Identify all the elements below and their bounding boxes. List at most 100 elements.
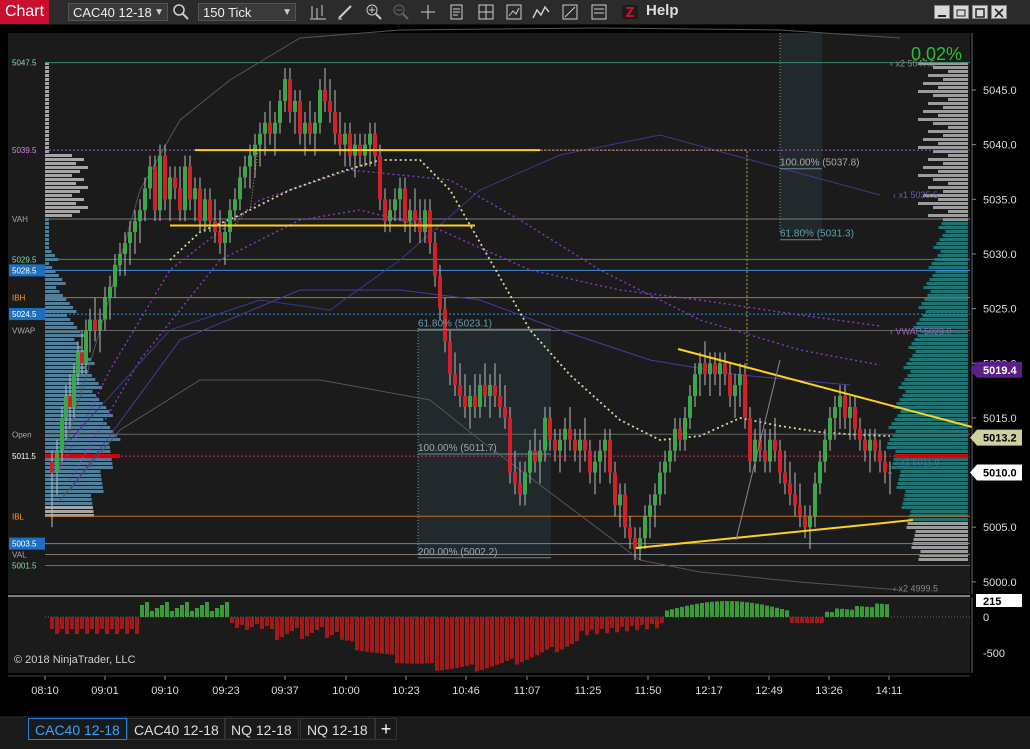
- time-axis-label: 09:01: [91, 685, 119, 697]
- indicators-icon[interactable]: [531, 3, 551, 21]
- volume-profile-bar: [45, 94, 49, 97]
- candle-down: [438, 275, 442, 309]
- volume-bar: [400, 617, 404, 664]
- strategies-icon[interactable]: [560, 3, 580, 21]
- candle-down: [323, 90, 327, 101]
- restore-button[interactable]: [953, 5, 969, 19]
- properties-icon[interactable]: [447, 3, 467, 21]
- candle-up: [658, 472, 662, 495]
- app-title[interactable]: Chart: [0, 0, 49, 24]
- maximize-button[interactable]: [972, 5, 988, 19]
- candle-down: [373, 133, 377, 156]
- candle-up: [693, 374, 697, 397]
- volume-bar: [420, 617, 424, 664]
- volume-bar: [165, 602, 169, 617]
- instrument-selector[interactable]: CAC40 12-18 ▼: [68, 3, 168, 21]
- volume-bar: [95, 617, 99, 634]
- volume-profile-bar: [45, 250, 52, 253]
- tab-nq-2[interactable]: NQ 12-18: [300, 718, 375, 740]
- candle-up: [273, 122, 277, 134]
- minimize-button[interactable]: [934, 5, 950, 19]
- volume-profile-bar: [45, 162, 76, 165]
- candle-up: [593, 461, 597, 473]
- candle-down: [788, 483, 792, 495]
- volume-bar: [880, 603, 884, 617]
- help-menu[interactable]: Help: [646, 2, 679, 19]
- volume-bar: [765, 605, 769, 617]
- volume-bar: [235, 617, 239, 628]
- time-axis-label: 08:10: [31, 685, 59, 697]
- candle-down: [498, 396, 502, 407]
- candle-up: [538, 450, 542, 462]
- time-axis-label: 12:49: [755, 685, 783, 697]
- volume-profile-bar: [932, 274, 968, 277]
- volume-bar: [275, 617, 279, 640]
- candle-down: [613, 472, 617, 506]
- chart-area[interactable]: 5047.5 5039.5 VAH 5029.5 5028.5 IBH 5024.5 VWAP…: [0, 25, 1030, 710]
- tab-nq-1[interactable]: NQ 12-18: [224, 718, 299, 740]
- candle-down: [548, 417, 552, 440]
- add-tab-button[interactable]: +: [375, 718, 397, 740]
- tab-cac40-1[interactable]: CAC40 12-18: [28, 718, 127, 740]
- candle-up: [663, 461, 667, 473]
- candle-up: [128, 232, 132, 244]
- zoom-in-icon[interactable]: [364, 3, 384, 21]
- search-icon[interactable]: [171, 3, 191, 21]
- fib-level-label: 61.80% (5031.3): [780, 229, 854, 240]
- volume-profile-bar: [45, 254, 55, 257]
- volume-profile-bar: [909, 358, 968, 361]
- zigzag-icon[interactable]: Z: [620, 3, 640, 21]
- zoom-out-icon[interactable]: [391, 3, 411, 21]
- volume-bar: [775, 607, 779, 617]
- volume-bar: [175, 608, 179, 617]
- data-box-icon[interactable]: [476, 3, 496, 21]
- volume-profile-bar: [906, 526, 968, 529]
- volume-profile-bar: [45, 126, 49, 129]
- close-button[interactable]: [991, 5, 1007, 19]
- volume-axis-label: -500: [983, 648, 1005, 660]
- volume-bar: [465, 617, 469, 666]
- period-selector[interactable]: 150 Tick ▼: [198, 3, 296, 21]
- candle-up: [888, 472, 892, 474]
- level-label: 5011.5: [12, 452, 36, 461]
- candle-up: [55, 450, 59, 473]
- candle-up: [238, 177, 242, 200]
- fib-level-label: 100.00% (5011.7): [418, 443, 497, 454]
- volume-bar: [295, 617, 299, 628]
- candle-up: [143, 188, 147, 211]
- volume-profile-bar: [45, 86, 49, 89]
- templates-icon[interactable]: [589, 3, 609, 21]
- volume-bar: [620, 617, 624, 627]
- volume-profile-bar: [928, 102, 968, 105]
- chart-trader-icon[interactable]: [504, 3, 524, 21]
- candle-down: [623, 494, 627, 528]
- tab-cac40-2[interactable]: CAC40 12-18: [127, 718, 226, 740]
- candle-up: [523, 472, 527, 495]
- level-label: VAH: [12, 215, 28, 224]
- price-chart[interactable]: 5047.5 5039.5 VAH 5029.5 5028.5 IBH 5024.5 VWAP…: [0, 25, 1030, 710]
- crosshair-icon[interactable]: [418, 3, 438, 21]
- volume-profile-bar: [938, 86, 968, 89]
- volume-bar: [285, 617, 289, 634]
- volume-profile-bar: [45, 82, 49, 85]
- volume-bar: [505, 617, 509, 661]
- bar-type-icon[interactable]: [308, 3, 328, 21]
- volume-profile-bar: [45, 138, 49, 141]
- candle-up: [768, 439, 772, 462]
- volume-bar: [565, 617, 569, 647]
- candle-up: [818, 461, 822, 484]
- volume-profile-bar: [918, 306, 968, 309]
- candle-down: [513, 472, 517, 484]
- draw-icon[interactable]: [336, 3, 356, 21]
- candle-down: [448, 341, 452, 375]
- volume-profile-bar: [45, 486, 103, 489]
- volume-profile-bar: [923, 166, 968, 169]
- volume-bar: [635, 617, 639, 631]
- candle-up: [133, 221, 137, 233]
- time-axis-label: 11:25: [575, 685, 602, 697]
- volume-bar: [205, 602, 209, 617]
- volume-bar: [595, 617, 599, 635]
- volume-bar: [615, 617, 619, 633]
- volume-profile-bar: [943, 190, 968, 193]
- volume-bar: [390, 617, 394, 655]
